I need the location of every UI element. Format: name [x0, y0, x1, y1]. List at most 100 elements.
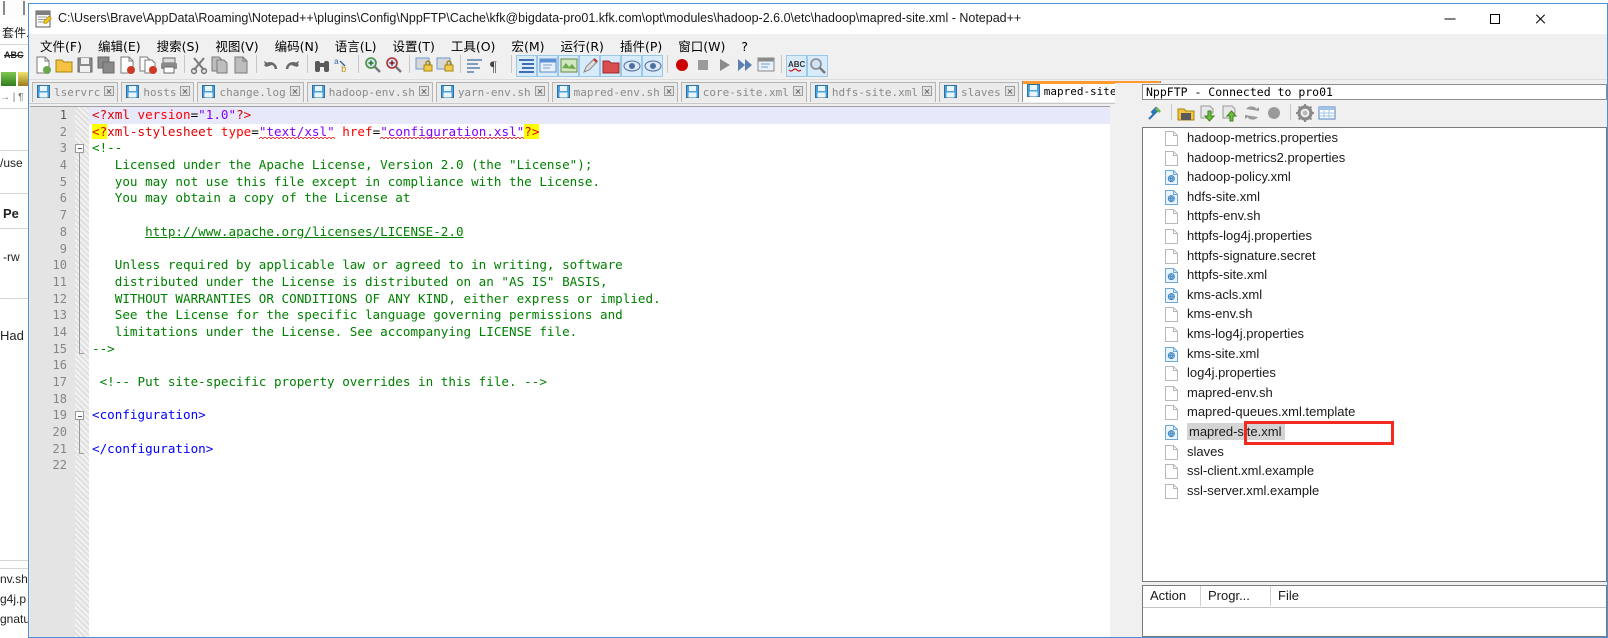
redo-icon[interactable] — [282, 55, 303, 77]
upload-icon[interactable] — [1220, 103, 1242, 123]
file-list-item[interactable]: hadoop-metrics.properties — [1143, 128, 1606, 148]
code-line[interactable]: Unless required by applicable law or agr… — [89, 257, 1110, 274]
connect-icon[interactable] — [1145, 103, 1167, 123]
code-editor[interactable]: 1 2 3 4 5 6 7 8 9 10 11 12 13 14 15 16 17 18 19 20 21 22 <?xm… — [30, 106, 1110, 637]
file-list-item[interactable]: kms-acls.xml — [1143, 285, 1606, 305]
code-line[interactable]: <!-- Put site-specific property override… — [89, 374, 1110, 391]
stop-macro-icon[interactable] — [693, 55, 714, 77]
tab-close-icon[interactable] — [104, 86, 115, 97]
code-text-area[interactable]: <?xml version="1.0"?> <?xml-stylesheet ty… — [89, 107, 1110, 637]
zoom-out-icon[interactable] — [384, 55, 405, 77]
code-line[interactable] — [89, 457, 1110, 474]
undo-icon[interactable] — [261, 55, 282, 77]
file-list-item[interactable]: httpfs-site.xml — [1143, 265, 1606, 285]
abort-icon[interactable] — [1264, 103, 1286, 123]
code-line[interactable]: http://www.apache.org/licenses/LICENSE-2… — [89, 224, 1110, 241]
code-line[interactable] — [89, 207, 1110, 224]
file-list-item[interactable]: httpfs-signature.secret — [1143, 246, 1606, 266]
save-icon[interactable] — [75, 55, 96, 77]
code-line[interactable]: See the License for the specific languag… — [89, 307, 1110, 324]
code-line[interactable]: You may obtain a copy of the License at — [89, 190, 1110, 207]
code-line[interactable]: WITHOUT WARRANTIES OR CONDITIONS OF ANY … — [89, 291, 1110, 308]
file-list-item[interactable]: hadoop-metrics2.properties — [1143, 148, 1606, 168]
background-window[interactable]: 套件. ABC → | ¶ /use Pe -rw Had nv.sh g4j.… — [0, 0, 30, 638]
refresh-icon[interactable] — [1242, 103, 1264, 123]
code-line[interactable]: <?xml-stylesheet type="text/xsl" href="c… — [89, 123, 1110, 141]
search-web-icon[interactable] — [807, 55, 828, 77]
tab-lservrc[interactable]: lservrc — [32, 82, 119, 102]
tab-close-icon[interactable] — [289, 86, 301, 97]
spellcheck-icon[interactable]: ABC — [786, 55, 807, 77]
queue-column-header[interactable]: Action — [1143, 586, 1201, 606]
file-list-item[interactable]: kms-env.sh — [1143, 304, 1606, 324]
code-line[interactable] — [89, 424, 1110, 441]
file-list-item[interactable]: mapred-site.xml — [1143, 422, 1606, 442]
file-list-item[interactable]: ssl-client.xml.example — [1143, 461, 1606, 481]
show-symbol-icon[interactable] — [558, 55, 579, 77]
code-line[interactable]: distributed under the License is distrib… — [89, 274, 1110, 291]
maximize-button[interactable] — [1472, 4, 1517, 33]
close-all-icon[interactable] — [138, 55, 159, 77]
code-line[interactable]: <!-- — [89, 140, 1110, 157]
indent-guide-icon[interactable] — [516, 55, 537, 77]
tab-yarn-env-sh[interactable]: yarn-env.sh — [435, 82, 549, 102]
zoom-in-icon[interactable] — [363, 55, 384, 77]
code-line[interactable]: <configuration> — [89, 407, 1110, 424]
function-list-icon[interactable] — [600, 55, 621, 77]
tab-hosts[interactable]: hosts — [121, 82, 195, 102]
folder-as-workspace-icon[interactable] — [621, 55, 642, 77]
code-line[interactable] — [89, 241, 1110, 258]
sync-horizontal-icon[interactable] — [435, 55, 456, 77]
save-macro-icon[interactable] — [756, 55, 777, 77]
tab-close-icon[interactable] — [663, 86, 675, 97]
file-list-item[interactable]: httpfs-log4j.properties — [1143, 226, 1606, 246]
tab-close-icon[interactable] — [1004, 86, 1016, 97]
tab-change-log[interactable]: change.log — [197, 82, 304, 102]
file-list-item[interactable]: ssl-server.xml.example — [1143, 481, 1606, 501]
code-line[interactable]: Licensed under the Apache License, Versi… — [89, 157, 1110, 174]
fast-playback-icon[interactable] — [735, 55, 756, 77]
file-list-item[interactable]: kms-site.xml — [1143, 344, 1606, 364]
nppftp-file-list[interactable]: hadoop-metrics.properties hadoop-metrics2… — [1142, 127, 1607, 582]
tab-hdfs-site-xml[interactable]: hdfs-site.xml — [809, 82, 936, 102]
print-icon[interactable] — [159, 55, 180, 77]
new-file-icon[interactable] — [33, 55, 54, 77]
fold-margin[interactable] — [75, 107, 89, 637]
code-line[interactable]: limitations under the License. See accom… — [89, 324, 1110, 341]
minimize-button[interactable] — [1427, 4, 1472, 33]
copy-icon[interactable] — [210, 55, 231, 77]
close-file-icon[interactable] — [117, 55, 138, 77]
code-line[interactable]: --> — [89, 341, 1110, 358]
save-all-icon[interactable] — [96, 55, 117, 77]
tab-mapred-env-sh[interactable]: mapred-env.sh — [551, 82, 678, 102]
play-macro-icon[interactable] — [714, 55, 735, 77]
monitoring-icon[interactable] — [642, 55, 663, 77]
record-macro-icon[interactable] — [672, 55, 693, 77]
code-line[interactable]: you may not use this file except in comp… — [89, 174, 1110, 191]
close-button[interactable] — [1517, 4, 1562, 33]
cut-icon[interactable] — [189, 55, 210, 77]
user-defined-dialog-icon[interactable] — [537, 55, 558, 77]
tab-slaves[interactable]: slaves — [938, 82, 1019, 102]
file-list-item[interactable]: httpfs-env.sh — [1143, 206, 1606, 226]
tab-close-icon[interactable] — [792, 86, 804, 97]
tab-hadoop-env-sh[interactable]: hadoop-env.sh — [306, 82, 433, 102]
code-line[interactable] — [89, 391, 1110, 408]
file-list-item[interactable]: hadoop-policy.xml — [1143, 167, 1606, 187]
open-file-icon[interactable] — [54, 55, 75, 77]
file-list-item[interactable]: log4j.properties — [1143, 363, 1606, 383]
messages-icon[interactable] — [1317, 103, 1339, 123]
queue-column-header[interactable]: File — [1271, 586, 1608, 606]
code-line[interactable]: <?xml version="1.0"?> — [89, 107, 1110, 124]
tab-close-icon[interactable] — [921, 86, 933, 97]
tab-core-site-xml[interactable]: core-site.xml — [680, 82, 807, 102]
file-list-item[interactable]: hdfs-site.xml — [1143, 187, 1606, 207]
tab-close-icon[interactable] — [180, 86, 191, 97]
code-line[interactable] — [89, 357, 1110, 374]
replace-icon[interactable]: ab — [333, 55, 354, 77]
file-list-item[interactable]: mapred-env.sh — [1143, 383, 1606, 403]
settings-icon[interactable] — [1295, 103, 1317, 123]
tab-close-icon[interactable] — [534, 86, 546, 97]
doc-map-icon[interactable] — [579, 55, 600, 77]
tab-close-icon[interactable] — [418, 86, 430, 97]
